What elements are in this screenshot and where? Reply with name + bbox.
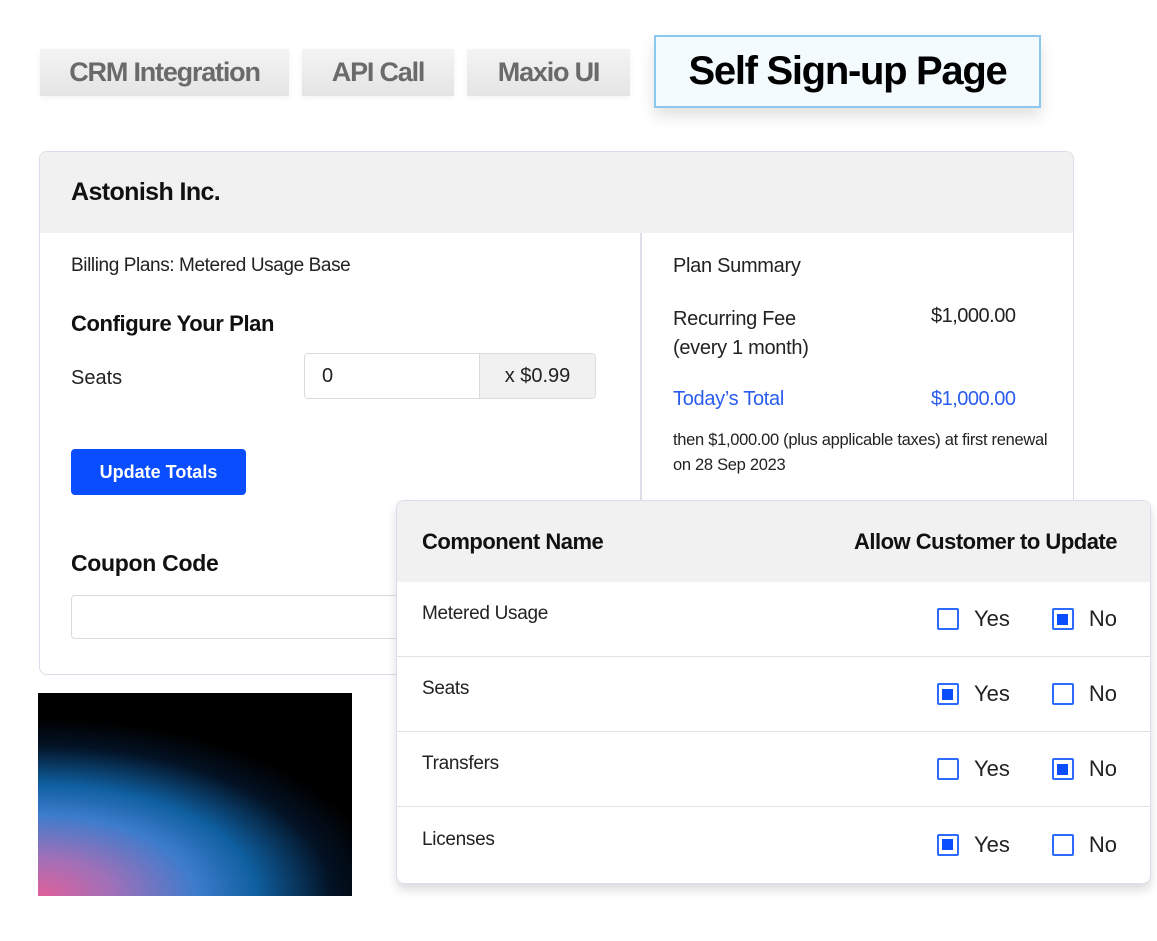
tab-api-call[interactable]: API Call [302, 49, 454, 96]
configure-plan-title: Configure Your Plan [71, 311, 275, 336]
yes-checkbox[interactable] [936, 608, 959, 630]
table-row-licenses: Licenses Yes No [397, 807, 1150, 882]
yes-checkbox[interactable] [936, 833, 959, 856]
table-row-metered-usage: Metered Usage Yes No [397, 582, 1150, 657]
table-row-transfers: Transfers Yes No [397, 732, 1150, 807]
table-row-seats: Seats Yes No [397, 657, 1150, 732]
allow-update-options: Yes No [936, 756, 1117, 782]
update-totals-button[interactable]: Update Totals [71, 449, 246, 495]
no-checkbox[interactable] [1051, 608, 1074, 630]
company-name: Astonish Inc. [40, 152, 1073, 233]
checkbox-check-mark [1057, 763, 1069, 775]
seats-unit-price: x $0.99 [479, 354, 595, 398]
no-option[interactable]: No [1051, 756, 1117, 782]
components-table: Component Name Allow Customer to Update … [396, 500, 1151, 884]
allow-update-options: Yes No [936, 831, 1117, 858]
checkbox-check-mark [942, 839, 954, 850]
renewal-note: then $1,000.00 (plus applicable taxes) a… [673, 431, 1048, 474]
yes-checkbox[interactable] [936, 683, 959, 705]
yes-option[interactable]: Yes [936, 756, 1010, 782]
no-checkbox[interactable] [1051, 758, 1074, 780]
component-name: Metered Usage [422, 603, 549, 624]
seats-quantity-group: x $0.99 [304, 353, 596, 399]
table-body: Metered Usage Yes No Seats Yes No Transf… [397, 582, 1150, 882]
recurring-fee-name: Recurring Fee [673, 308, 796, 330]
yes-checkbox[interactable] [936, 758, 959, 780]
allow-update-options: Yes No [936, 681, 1117, 707]
no-checkbox[interactable] [1051, 683, 1074, 705]
allow-update-options: Yes No [936, 606, 1117, 632]
tab-crm-integration[interactable]: CRM Integration [40, 49, 289, 96]
component-name: Transfers [422, 753, 499, 774]
billing-plan-label: Billing Plans: Metered Usage Base [71, 255, 351, 276]
checkbox-check-mark [1057, 613, 1069, 625]
no-option[interactable]: No [1051, 606, 1117, 632]
header-allow-customer-update: Allow Customer to Update [853, 528, 1118, 554]
no-checkbox[interactable] [1051, 833, 1074, 856]
seats-input[interactable] [305, 354, 479, 398]
no-option[interactable]: No [1051, 831, 1117, 858]
recurring-fee-value: $1,000.00 [931, 305, 1016, 327]
tab-self-sign-up-page[interactable]: Self Sign-up Page [654, 35, 1041, 108]
tab-maxio-ui[interactable]: Maxio UI [467, 49, 630, 96]
todays-total-label: Today’s Total [673, 388, 784, 410]
gradient-image [38, 693, 352, 896]
header-component-name: Component Name [422, 528, 604, 554]
no-option[interactable]: No [1051, 681, 1117, 707]
yes-label: Yes [973, 606, 1010, 631]
yes-label: Yes [973, 681, 1010, 706]
component-name: Licenses [422, 828, 495, 850]
no-label: No [1088, 756, 1117, 781]
no-label: No [1088, 831, 1117, 857]
yes-option[interactable]: Yes [936, 606, 1010, 632]
checkbox-check-mark [942, 688, 954, 700]
recurring-fee-label: Recurring Fee (every 1 month) [673, 305, 809, 363]
yes-option[interactable]: Yes [936, 831, 1010, 858]
coupon-code-title: Coupon Code [71, 550, 219, 576]
no-label: No [1088, 606, 1117, 631]
yes-label: Yes [973, 831, 1010, 857]
plan-summary-title: Plan Summary [673, 255, 801, 277]
todays-total-value: $1,000.00 [931, 388, 1016, 410]
recurring-fee-period: (every 1 month) [673, 337, 809, 359]
component-name: Seats [422, 678, 470, 699]
yes-option[interactable]: Yes [936, 681, 1010, 707]
seats-label: Seats [71, 367, 123, 389]
no-label: No [1088, 681, 1117, 706]
yes-label: Yes [973, 756, 1010, 781]
table-header: Component Name Allow Customer to Update [397, 501, 1150, 582]
coupon-code-input[interactable] [71, 595, 431, 639]
